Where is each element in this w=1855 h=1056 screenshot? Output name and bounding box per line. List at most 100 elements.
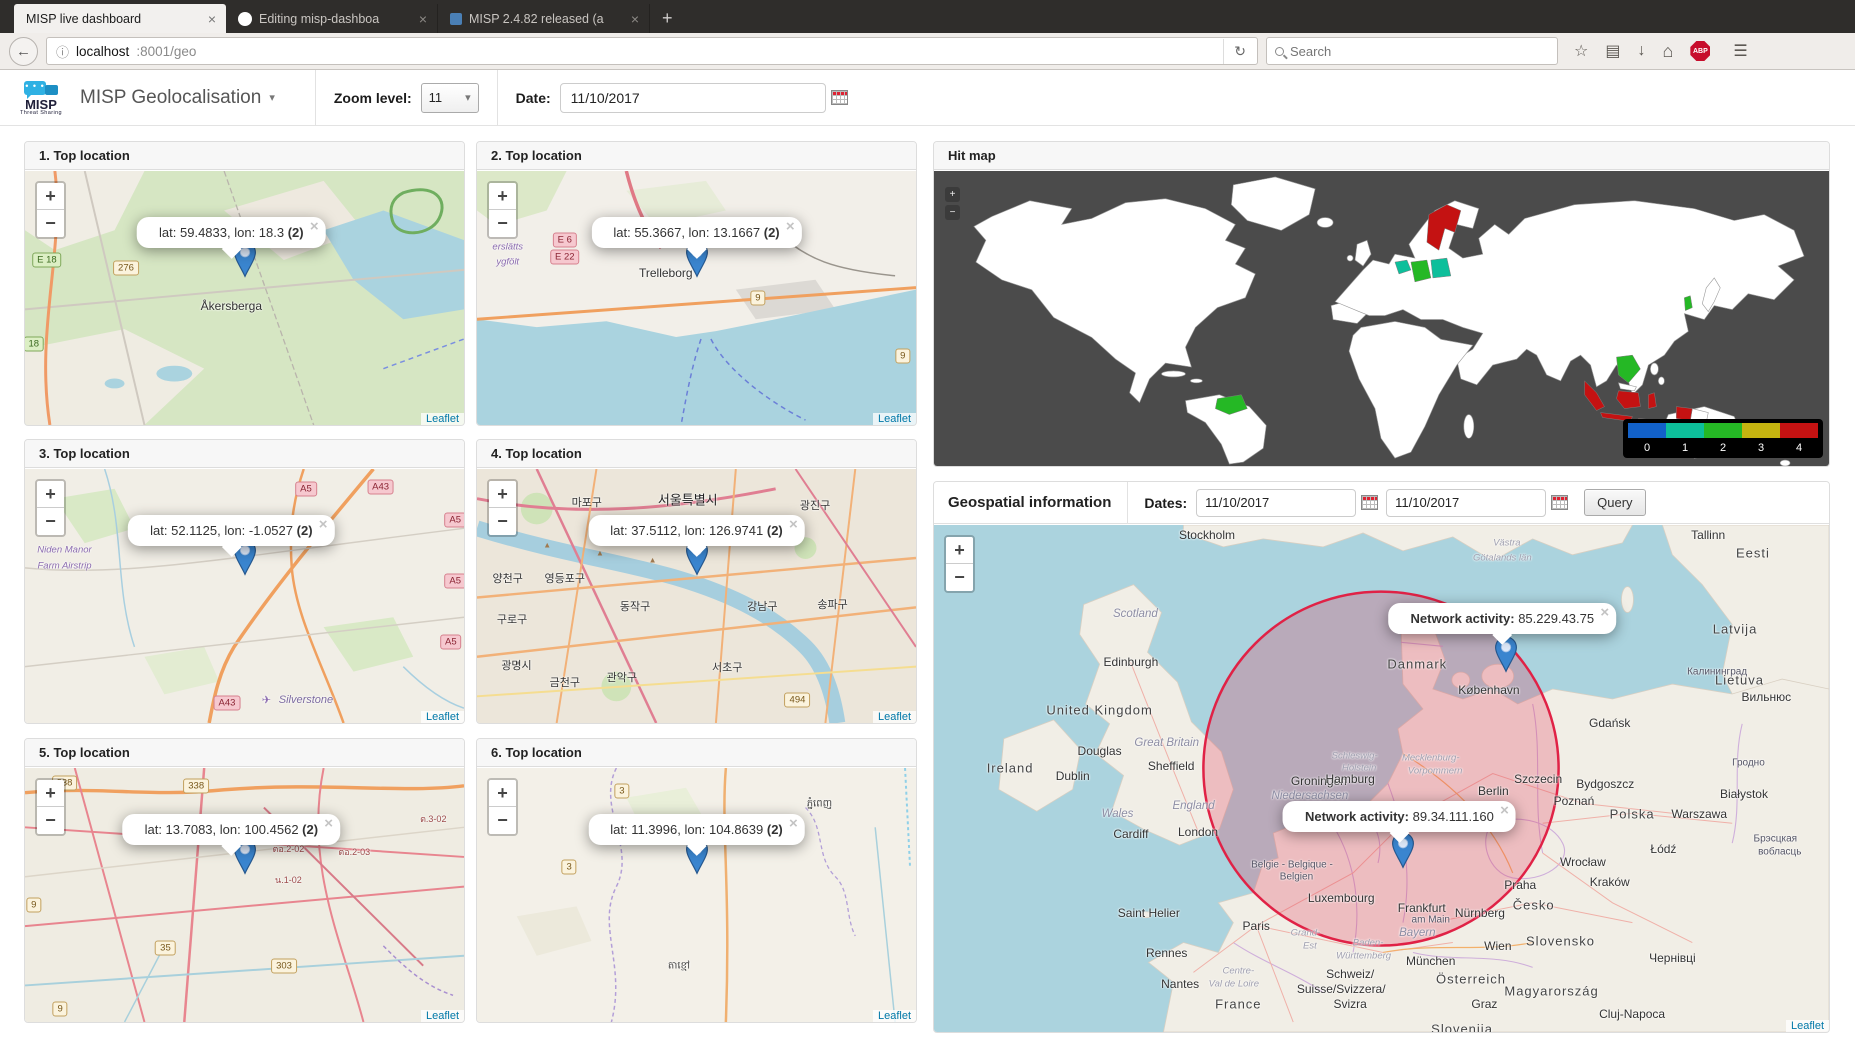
popup-close-icon[interactable]: × (310, 218, 319, 235)
reload-button[interactable]: ↻ (1223, 39, 1248, 64)
leaflet-link[interactable]: Leaflet (426, 413, 459, 425)
europe-map (934, 525, 1829, 1032)
leaflet-map-6[interactable]: 3ភ្នំពេញ3តាខ្មៅ + − lat: 11.3996, lon: 1… (477, 768, 916, 1022)
zoom-in-button[interactable]: + (489, 481, 516, 508)
zoom-in-button[interactable]: + (946, 537, 973, 564)
popup-close-icon[interactable]: × (789, 516, 798, 533)
hit-map[interactable]: + − 01234 (934, 171, 1829, 466)
reading-list-icon[interactable]: ▤ (1605, 41, 1620, 61)
popup-label: Network activity: (1411, 611, 1515, 626)
zoom-out-button[interactable]: − (945, 205, 960, 220)
map-tiles (477, 171, 916, 425)
zoom-out-button[interactable]: − (489, 508, 516, 535)
popup-label: Network activity: (1305, 809, 1409, 824)
map-attribution: Leaflet (873, 711, 916, 723)
legend-item: 3 (1742, 423, 1780, 456)
panel-top-location-4: 4. Top location 마포구서울특별시광진구양천구영등포구동작구강남구… (476, 439, 917, 724)
leaflet-link[interactable]: Leaflet (426, 1010, 459, 1022)
query-button[interactable]: Query (1584, 489, 1645, 516)
zoom-in-button[interactable]: + (945, 187, 960, 202)
legend-swatch (1628, 423, 1666, 438)
leaflet-map-5[interactable]: 338338ตล.2-02ต.3-02ตอ.2-02ตอ.2-03น.1-029… (25, 768, 464, 1022)
github-favicon-icon (238, 12, 252, 26)
date-input[interactable] (560, 83, 826, 113)
popup-close-icon[interactable]: × (789, 815, 798, 832)
home-icon[interactable]: ⌂ (1662, 41, 1673, 62)
tab-editing-misp-dashboard[interactable]: Editing misp-dashboa × (226, 4, 438, 33)
calendar-icon[interactable] (1361, 495, 1378, 510)
adblock-icon[interactable]: ABP (1690, 41, 1710, 61)
url-bar[interactable]: ⓘ localhost :8001/geo ↻ (46, 37, 1258, 65)
legend-swatch (1704, 423, 1742, 438)
date-from-input[interactable] (1196, 489, 1356, 517)
map-attribution: Leaflet (421, 711, 464, 723)
download-icon[interactable]: ↓ (1637, 42, 1645, 60)
panel-title: Hit map (934, 142, 1829, 170)
leaflet-link[interactable]: Leaflet (1791, 1020, 1824, 1032)
date-label: Date: (516, 90, 551, 106)
leaflet-link[interactable]: Leaflet (878, 413, 911, 425)
map-tiles (25, 469, 464, 723)
panel-top-location-6: 6. Top location 3ភ្នំពេញ3តាខ្មៅ + − lat:… (476, 738, 917, 1023)
map-attribution: Leaflet (873, 413, 916, 425)
zoom-in-button[interactable]: + (37, 481, 64, 508)
popup-close-icon[interactable]: × (786, 218, 795, 235)
zoom-in-button[interactable]: + (37, 780, 64, 807)
date-to-input[interactable] (1386, 489, 1546, 517)
leaflet-link[interactable]: Leaflet (426, 711, 459, 723)
tab-close-icon[interactable]: × (417, 11, 429, 27)
tab-close-icon[interactable]: × (206, 11, 218, 27)
zoom-in-button[interactable]: + (37, 183, 64, 210)
popup-close-icon[interactable]: × (324, 815, 333, 832)
zoom-out-button[interactable]: − (37, 508, 64, 535)
tab-misp-live-dashboard[interactable]: MISP live dashboard × (14, 4, 226, 33)
calendar-icon[interactable] (1551, 495, 1568, 510)
misp-logo[interactable]: • • • MISP Threat Sharing (16, 79, 66, 116)
popup-close-icon[interactable]: × (319, 516, 328, 533)
leaflet-map-1[interactable]: E 18276Åkersberga18 + − lat: 59.4833, lo… (25, 171, 464, 425)
leaflet-link[interactable]: Leaflet (878, 711, 911, 723)
geospatial-header: Geospatial information Dates: Query (934, 482, 1829, 524)
page-info-icon[interactable]: ⓘ (56, 42, 69, 61)
calendar-icon[interactable] (831, 90, 848, 105)
zoom-out-button[interactable]: − (489, 807, 516, 834)
leaflet-link[interactable]: Leaflet (878, 1010, 911, 1022)
popup-coords: lat: 55.3667, lon: 13.1667 (613, 225, 760, 240)
search-bar[interactable] (1266, 37, 1558, 65)
leaflet-map-4[interactable]: 마포구서울특별시광진구양천구영등포구동작구강남구송파구구로구광명시금천구관악구서… (477, 469, 916, 723)
zoom-in-button[interactable]: + (489, 183, 516, 210)
map-marker-icon[interactable] (1494, 636, 1517, 673)
zoom-control: + − (487, 181, 518, 239)
bookmark-star-icon[interactable]: ☆ (1574, 41, 1588, 61)
page-title: MISP Geolocalisation (80, 87, 261, 109)
zoom-out-button[interactable]: − (37, 210, 64, 237)
page-title-dropdown[interactable]: MISP Geolocalisation ▾ (80, 87, 275, 109)
zoom-out-button[interactable]: − (946, 564, 973, 591)
back-button[interactable]: ← (9, 37, 38, 66)
leaflet-map-2[interactable]: ✈erslättsygföltE 6E 22Trelleborg99 + − l… (477, 171, 916, 425)
search-input[interactable] (1290, 44, 1549, 59)
zoom-out-button[interactable]: − (489, 210, 516, 237)
chevron-down-icon: ▾ (269, 91, 275, 104)
map-tiles (25, 768, 464, 1022)
popup-count: (2) (297, 523, 313, 538)
popup-close-icon[interactable]: × (1500, 802, 1509, 819)
zoom-level-select[interactable]: 11▾ (421, 83, 479, 113)
map-popup: lat: 11.3996, lon: 104.8639 (2) × (588, 814, 805, 845)
menu-icon[interactable]: ☰ (1733, 41, 1747, 61)
popup-close-icon[interactable]: × (1600, 604, 1609, 621)
browser-nav-bar: ← ⓘ localhost :8001/geo ↻ ☆ ▤ ↓ ⌂ ABP ☰ (0, 33, 1855, 70)
leaflet-map-3[interactable]: A5A43A5A5A5Niden ManorFarm Airstripester… (25, 469, 464, 723)
misp-logo-icon: • • • (24, 79, 58, 99)
network-activity-popup: Network activity: 89.34.111.160 × (1283, 801, 1516, 832)
map-popup: lat: 55.3667, lon: 13.1667 (2) × (591, 217, 801, 248)
zoom-in-button[interactable]: + (489, 780, 516, 807)
legend-item: 0 (1628, 423, 1666, 456)
panel-hit-map: Hit map (933, 141, 1830, 467)
tab-misp-released[interactable]: MISP 2.4.82 released (a × (438, 4, 650, 33)
new-tab-button[interactable]: + (650, 4, 685, 33)
popup-count: (2) (767, 523, 783, 538)
tab-close-icon[interactable]: × (629, 11, 641, 27)
geospatial-map[interactable]: StockholmVästraGötalands länTallinnEesti… (934, 525, 1829, 1032)
zoom-out-button[interactable]: − (37, 807, 64, 834)
